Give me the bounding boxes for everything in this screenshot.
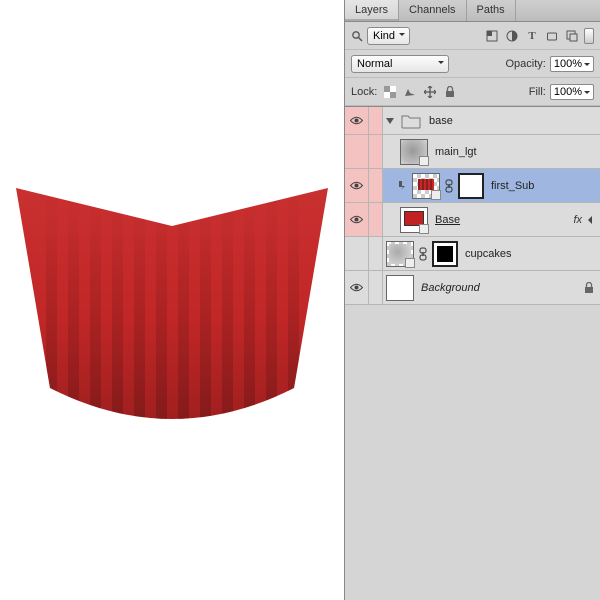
filter-shape-icon[interactable] <box>544 28 560 44</box>
filter-pixel-icon[interactable] <box>484 28 500 44</box>
search-icon <box>351 30 363 42</box>
filter-type-icon[interactable]: T <box>524 28 540 44</box>
layer-thumb <box>400 139 428 165</box>
layer-group-base[interactable]: base <box>345 107 600 135</box>
layers-list: base main_lgt first_Sub <box>345 107 600 600</box>
lock-position-icon[interactable] <box>421 84 439 100</box>
layer-name: Background <box>421 282 480 294</box>
link-icon[interactable] <box>445 179 453 193</box>
opacity-label: Opacity: <box>506 58 546 70</box>
fx-badge[interactable]: fx <box>573 214 582 226</box>
filter-row: Kind T <box>345 22 600 50</box>
opacity-value: 100% <box>554 58 582 70</box>
tab-paths[interactable]: Paths <box>467 0 516 21</box>
layer-thumb <box>386 241 414 267</box>
layer-first-sub[interactable]: first_Sub <box>345 169 600 203</box>
visibility-toggle[interactable] <box>345 107 369 134</box>
layer-main-lgt[interactable]: main_lgt <box>345 135 600 169</box>
tab-layers[interactable]: Layers <box>345 0 399 21</box>
chevron-left-icon[interactable] <box>586 216 594 224</box>
layer-name: cupcakes <box>465 248 511 260</box>
layer-thumb <box>400 207 428 233</box>
filter-kind-select[interactable]: Kind <box>367 27 410 45</box>
blend-mode-select[interactable]: Normal <box>351 55 449 73</box>
tab-channels[interactable]: Channels <box>399 0 466 21</box>
visibility-toggle[interactable] <box>345 271 369 304</box>
lock-label: Lock: <box>351 86 377 98</box>
visibility-toggle[interactable] <box>345 237 369 270</box>
eye-icon <box>350 215 363 224</box>
filter-kind-label: Kind <box>373 30 395 42</box>
filter-adjust-icon[interactable] <box>504 28 520 44</box>
smartobj-badge-icon <box>431 190 441 200</box>
fill-value: 100% <box>554 86 582 98</box>
fill-input[interactable]: 100% <box>550 84 594 100</box>
visibility-toggle[interactable] <box>345 203 369 236</box>
layer-cupcakes[interactable]: cupcakes <box>345 237 600 271</box>
layer-background[interactable]: Background <box>345 271 600 305</box>
fill-label: Fill: <box>529 86 546 98</box>
layer-name: Base <box>435 214 460 226</box>
panel-tabs: Layers Channels Paths <box>345 0 600 22</box>
layer-thumb <box>386 275 414 301</box>
filter-smart-icon[interactable] <box>564 28 580 44</box>
blend-mode-value: Normal <box>357 58 392 70</box>
layer-name: main_lgt <box>435 146 477 158</box>
layer-mask-thumb[interactable] <box>458 173 484 199</box>
smartobj-badge-icon <box>405 258 415 268</box>
lock-all-icon[interactable] <box>441 84 459 100</box>
layer-mask-thumb[interactable] <box>432 241 458 267</box>
visibility-toggle[interactable] <box>345 135 369 168</box>
lock-transparent-icon[interactable] <box>381 84 399 100</box>
blend-row: Normal Opacity: 100% <box>345 50 600 78</box>
link-icon[interactable] <box>419 247 427 261</box>
layer-name: first_Sub <box>491 180 534 192</box>
clipping-arrow-icon <box>397 181 407 191</box>
smartobj-badge-icon <box>419 156 429 166</box>
cupcake-artwork <box>12 178 332 448</box>
disclosure-triangle-icon[interactable] <box>385 116 395 126</box>
document-canvas[interactable] <box>0 0 344 600</box>
layer-base-shape[interactable]: Base fx <box>345 203 600 237</box>
eye-icon <box>350 116 363 125</box>
eye-icon <box>350 283 363 292</box>
opacity-input[interactable]: 100% <box>550 56 594 72</box>
layer-thumb <box>412 173 440 199</box>
layers-panel: Layers Channels Paths Kind T Normal Opac… <box>344 0 600 600</box>
lock-image-icon[interactable] <box>401 84 419 100</box>
lock-icon <box>584 282 594 294</box>
folder-icon <box>400 112 422 130</box>
eye-icon <box>350 181 363 190</box>
visibility-toggle[interactable] <box>345 169 369 202</box>
filter-toggle[interactable] <box>584 28 594 44</box>
lock-row: Lock: Fill: 100% <box>345 78 600 106</box>
layer-name: base <box>429 115 453 127</box>
shape-badge-icon <box>419 224 429 234</box>
